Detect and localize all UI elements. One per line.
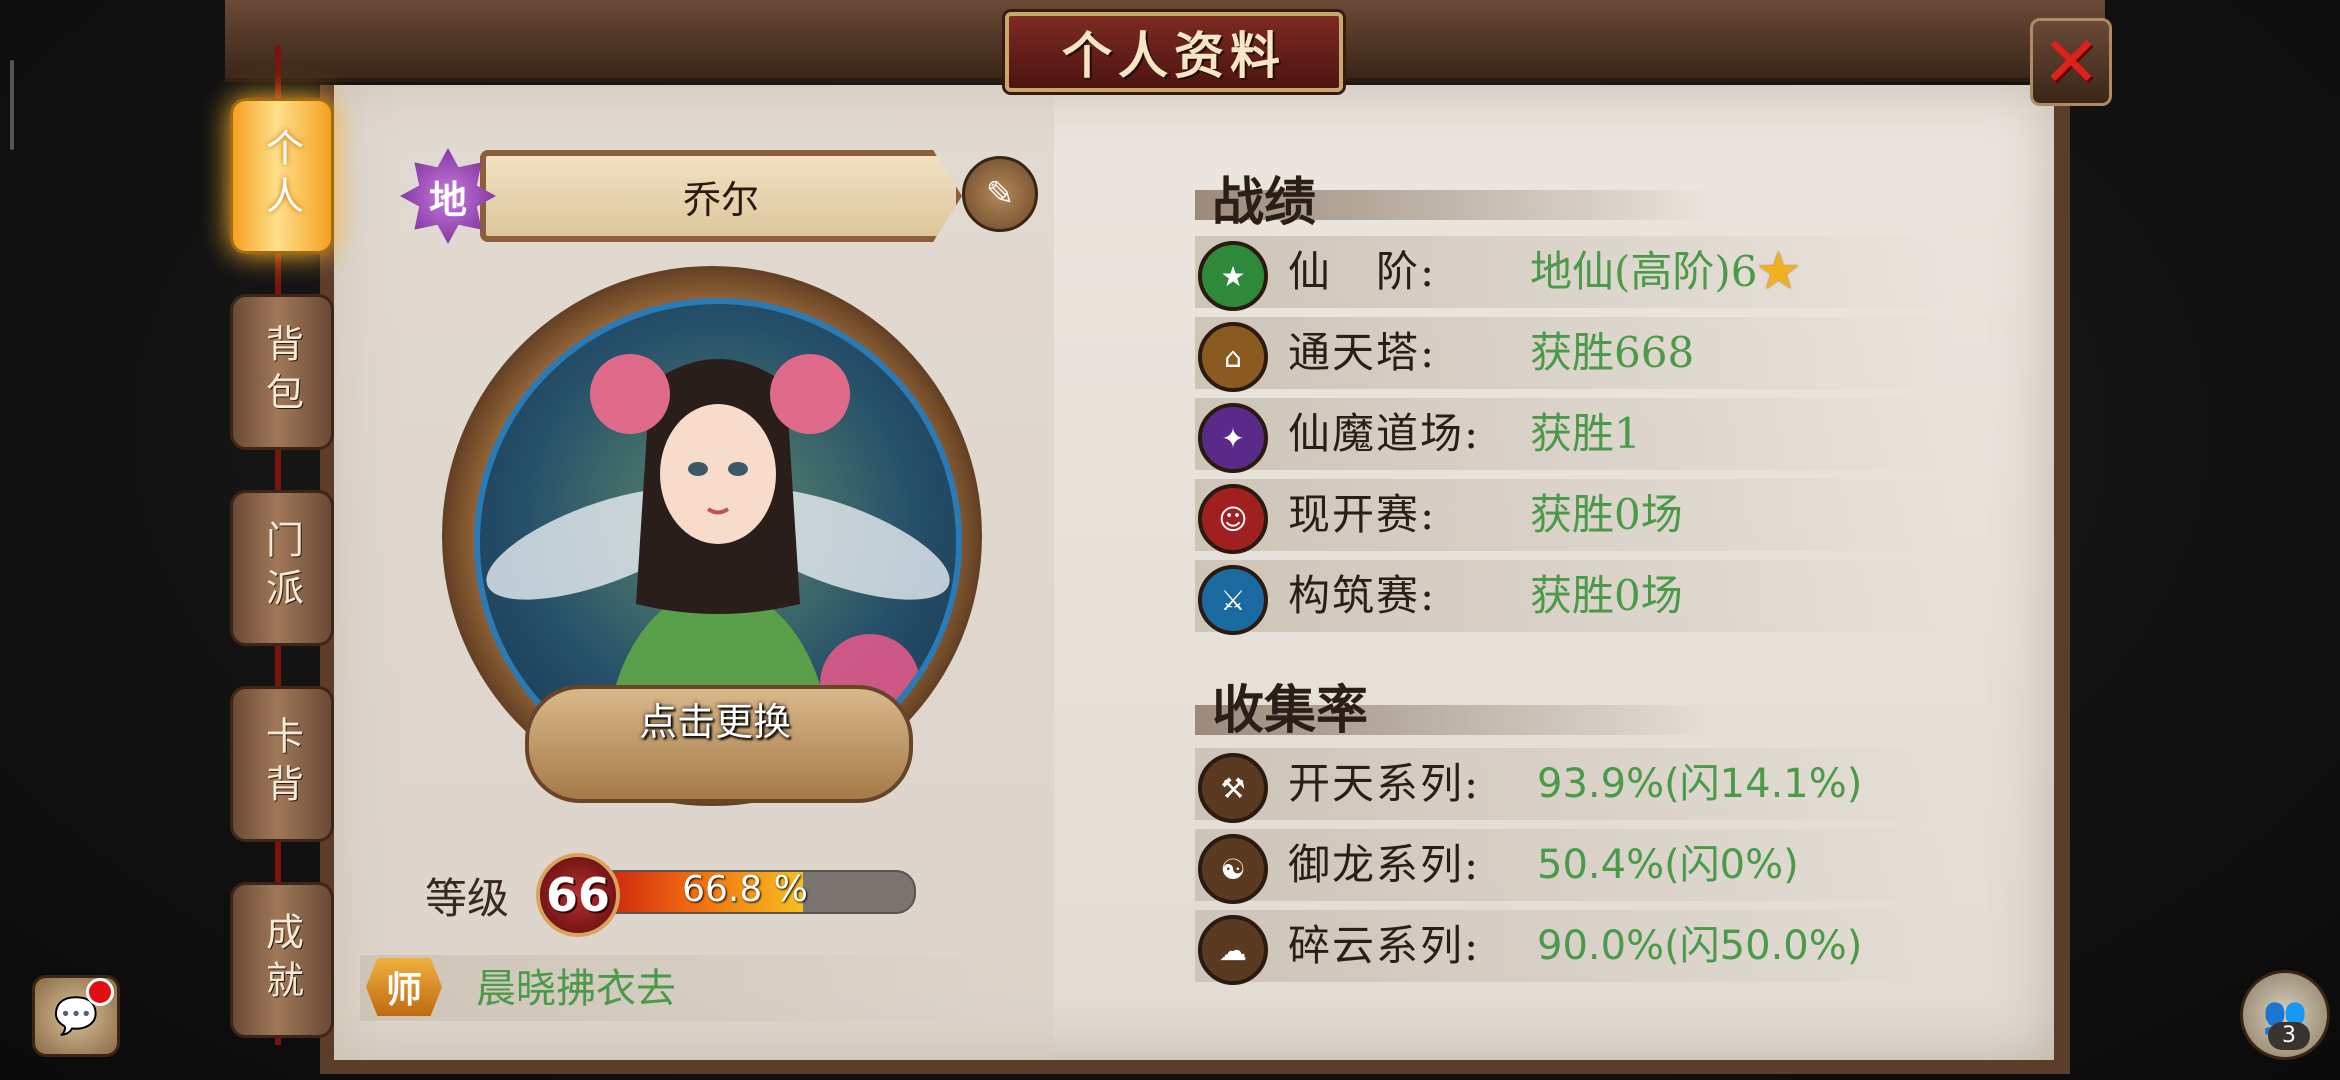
tab-label: 成就 <box>259 912 304 1008</box>
gold-star-icon: ★ <box>1757 247 1800 296</box>
collection-value: 50.4%(闪0%) <box>1537 842 1799 888</box>
tab-label: 背包 <box>259 324 304 420</box>
tab-card-back[interactable]: 卡背 <box>230 686 334 842</box>
exp-percent: 66.8 % <box>682 869 808 910</box>
record-label: 仙魔道场: <box>1288 409 1481 458</box>
record-value: 获胜668 <box>1530 328 1695 377</box>
sword-icon: ⚔ <box>1198 565 1268 635</box>
mentor-row <box>360 955 1020 1021</box>
level-label: 等级 <box>425 874 510 923</box>
collection-label: 御龙系列: <box>1288 840 1481 889</box>
collection-value: 90.0%(闪50.0%) <box>1537 923 1863 969</box>
axe-icon: ⚒ <box>1198 753 1268 823</box>
tab-achievements[interactable]: 成就 <box>230 882 334 1038</box>
tab-personal[interactable]: 个人 <box>230 98 334 254</box>
record-value: 获胜0场 <box>1530 490 1683 539</box>
rank-badge-label: 地 <box>428 176 467 222</box>
change-avatar-label[interactable]: 点击更换 <box>540 692 890 752</box>
window-title-plate: 个人资料 <box>1005 12 1343 92</box>
notification-dot <box>86 978 114 1006</box>
tab-sect[interactable]: 门派 <box>230 490 334 646</box>
close-button[interactable]: ✕ <box>2030 18 2112 106</box>
record-title: 战绩 <box>1212 172 1317 233</box>
record-value-text: 地仙(高阶)6 <box>1530 247 1758 296</box>
tab-label: 门派 <box>259 520 304 616</box>
crane-icon: ✦ <box>1198 403 1268 473</box>
player-name-banner: 乔尔 <box>480 150 962 242</box>
tab-label: 个人 <box>259 128 304 224</box>
record-label: 构筑赛: <box>1288 571 1437 620</box>
collection-label: 碎云系列: <box>1288 921 1481 970</box>
record-value: 获胜1 <box>1530 409 1641 458</box>
window-title: 个人资料 <box>1062 26 1286 85</box>
star-icon: ★ <box>1198 241 1268 311</box>
player-name: 乔尔 <box>682 177 759 222</box>
record-value: 获胜0场 <box>1530 571 1683 620</box>
friends-count: 3 <box>2268 1022 2310 1050</box>
record-label: 仙 阶: <box>1288 247 1437 296</box>
mentor-badge: 师 <box>366 958 442 1016</box>
collection-title: 收集率 <box>1212 680 1369 741</box>
tab-label: 卡背 <box>259 716 304 812</box>
record-label: 现开赛: <box>1288 490 1437 539</box>
dragon-icon: ☯ <box>1198 834 1268 904</box>
record-value: 地仙(高阶)6★ <box>1530 236 1800 308</box>
tab-backpack[interactable]: 背包 <box>230 294 334 450</box>
face-icon: ☺ <box>1198 484 1268 554</box>
status-bar-indicator <box>10 60 14 150</box>
mentor-name[interactable]: 晨晓拂衣去 <box>476 960 676 1018</box>
collection-value: 93.9%(闪14.1%) <box>1537 761 1863 807</box>
level-number: 66 <box>536 853 620 937</box>
record-label: 通天塔: <box>1288 328 1437 377</box>
close-icon: ✕ <box>2041 21 2101 103</box>
cloud-icon: ☁ <box>1198 915 1268 985</box>
collection-label: 开天系列: <box>1288 759 1481 808</box>
edit-name-button[interactable]: ✎ <box>962 156 1038 232</box>
edit-icon: ✎ <box>985 174 1015 214</box>
tower-icon: ⌂ <box>1198 322 1268 392</box>
